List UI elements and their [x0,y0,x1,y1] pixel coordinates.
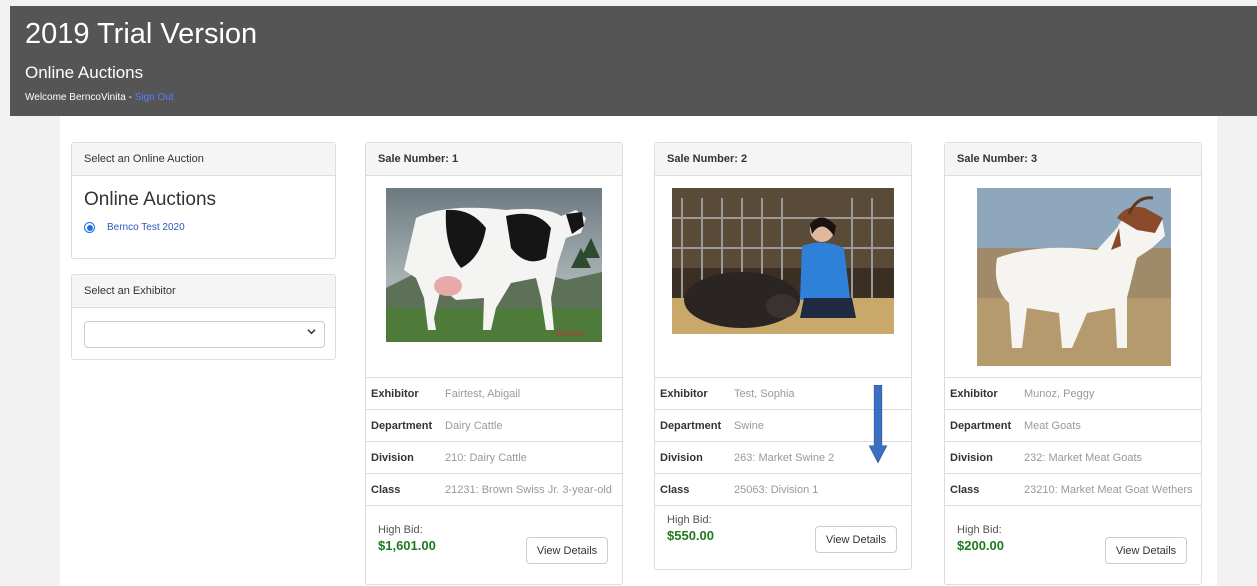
lot-image [945,176,1201,378]
exhibitor-label: Exhibitor [945,378,1019,410]
svg-text:Bullvine: Bullvine [555,330,585,338]
exhibitor-value: Munoz, Peggy [1019,378,1201,410]
sale-number: Sale Number: 1 [366,143,622,176]
high-bid-label: High Bid: [378,524,423,536]
table-row: Department Dairy Cattle [366,409,622,442]
site-header: 2019 Trial Version Online Auctions Welco… [10,6,1257,116]
table-row: Department Meat Goats [945,409,1201,442]
meat-goat-image [977,188,1171,366]
auction-select-panel: Select an Online Auction Online Auctions… [71,142,336,259]
table-row: Division 232: Market Meat Goats [945,441,1201,474]
department-label: Department [655,409,729,442]
exhibitor-panel-heading: Select an Exhibitor [72,275,335,308]
sign-out-link[interactable]: Sign Out [135,92,174,103]
holstein-cow-image: Bullvine [386,188,602,342]
department-label: Department [945,409,1019,442]
high-bid-value: $1,601.00 [378,538,436,553]
table-row: Division 210: Dairy Cattle [366,441,622,474]
class-label: Class [366,473,440,506]
auction-radio[interactable] [84,222,95,233]
exhibitor-select[interactable] [84,321,325,348]
division-label: Division [366,441,440,474]
table-row: Class 23210: Market Meat Goat Wethers [945,473,1201,506]
main-content: Select an Online Auction Online Auctions… [60,116,1217,586]
arrow-down-icon [868,385,888,464]
lot-card: Sale Number: 3 Exhibitor Munoz, Peggy Dep… [944,142,1202,585]
lot-details-table: Exhibitor Fairtest, Abigail Department Dai… [366,378,622,506]
page-subtitle: Online Auctions [25,63,144,82]
chevron-down-icon [307,327,316,339]
view-details-button[interactable]: View Details [1105,537,1187,564]
high-bid-label: High Bid: [957,524,1002,536]
welcome-text: Welcome BerncoVinita - [25,92,135,103]
department-value: Meat Goats [1019,409,1201,442]
class-label: Class [945,473,1019,506]
auction-panel-title: Online Auctions [84,189,217,210]
division-value: 232: Market Meat Goats [1019,441,1201,474]
auction-panel-heading: Select an Online Auction [72,143,335,176]
lot-card: Sale Number: 1 Bullvine Exhibitor Fairte… [365,142,623,585]
welcome-line: Welcome BerncoVinita - Sign Out [25,92,174,103]
view-details-button[interactable]: View Details [815,526,897,553]
auction-option-label[interactable]: Bernco Test 2020 [107,222,185,233]
division-label: Division [945,441,1019,474]
lot-image [655,176,911,378]
lot-image: Bullvine [366,176,622,378]
class-label: Class [655,473,729,506]
high-bid-value: $200.00 [957,538,1004,553]
table-row: Exhibitor Munoz, Peggy [945,378,1201,410]
exhibitor-value: Fairtest, Abigail [440,378,622,410]
class-value: 21231: Brown Swiss Jr. 3-year-old [440,473,622,506]
swine-with-girl-image [672,188,894,334]
page-title: 2019 Trial Version [25,18,258,50]
high-bid-label: High Bid: [667,514,712,526]
lot-details-table: Exhibitor Munoz, Peggy Department Meat Goa… [945,378,1201,506]
exhibitor-label: Exhibitor [366,378,440,410]
auction-option[interactable]: Bernco Test 2020 [84,222,185,233]
department-value: Dairy Cattle [440,409,622,442]
exhibitor-label: Exhibitor [655,378,729,410]
department-label: Department [366,409,440,442]
class-value: 23210: Market Meat Goat Wethers [1019,473,1201,506]
division-label: Division [655,441,729,474]
exhibitor-select-panel: Select an Exhibitor [71,274,336,360]
division-value: 210: Dairy Cattle [440,441,622,474]
view-details-button[interactable]: View Details [526,537,608,564]
high-bid-value: $550.00 [667,528,714,543]
table-row: Exhibitor Fairtest, Abigail [366,378,622,410]
sale-number: Sale Number: 3 [945,143,1201,176]
sale-number: Sale Number: 2 [655,143,911,176]
table-row: Class 21231: Brown Swiss Jr. 3-year-old [366,473,622,506]
